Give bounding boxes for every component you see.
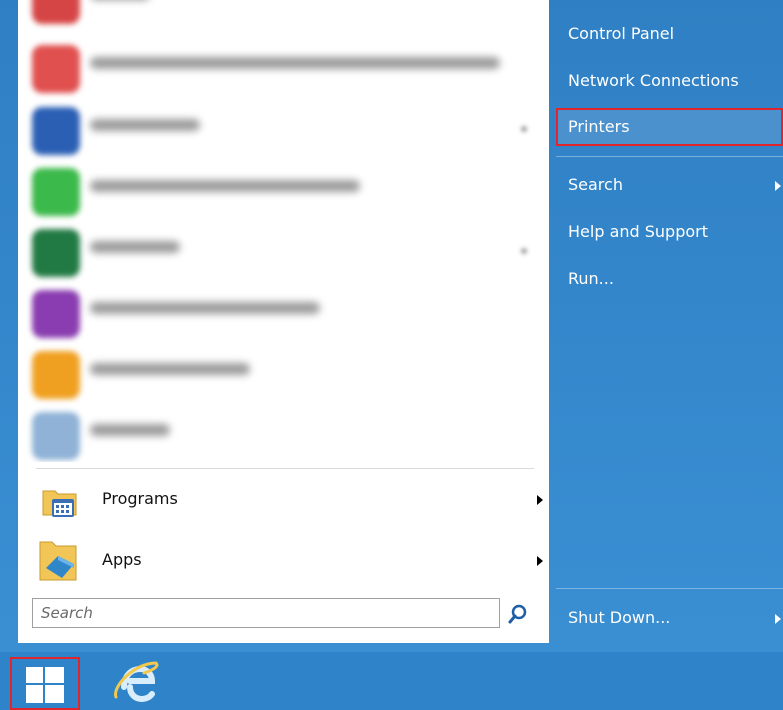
search-item[interactable]: Search [556,166,783,204]
app-icon [32,0,80,24]
shut-down-button[interactable]: Shut Down... [556,599,783,637]
chevron-right-icon [537,495,543,505]
recent-app-item[interactable] [18,345,549,405]
help-and-support-label: Help and Support [568,222,708,241]
apps-label: Apps [102,550,142,569]
right-separator [556,588,783,589]
chevron-right-icon [775,181,781,191]
start-button[interactable] [10,657,80,710]
recent-app-item[interactable] [18,162,549,222]
chevron-right-icon [775,614,781,624]
taskbar [0,652,783,710]
blurred-app-name [90,241,180,253]
help-and-support-item[interactable]: Help and Support [556,213,783,251]
internet-explorer-icon[interactable] [110,657,162,707]
apps-folder-icon [39,541,77,581]
run-label: Run... [568,269,614,288]
blurred-app-name [90,424,170,436]
search-icon [508,604,527,624]
windows-logo-icon [26,667,64,703]
blurred-app-name [90,363,250,375]
control-panel-item[interactable]: Control Panel [556,15,783,53]
recent-app-item[interactable] [18,0,549,30]
recent-app-item[interactable] [18,284,549,344]
blurred-app-name [90,119,200,131]
start-menu-right-pane: Control Panel Network Connections Printe… [556,0,783,643]
printers-item[interactable]: Printers [556,108,783,146]
recent-app-item[interactable] [18,223,549,283]
search-label: Search [568,175,623,194]
search-box[interactable] [32,598,500,628]
app-icon [32,168,80,216]
chevron-right-icon [537,556,543,566]
network-connections-item[interactable]: Network Connections [556,62,783,100]
recent-app-item[interactable] [18,101,549,161]
chevron-right-icon [521,126,527,132]
programs-folder-icon [42,490,77,517]
start-menu: Programs Apps Control Panel Network Conn… [0,0,783,652]
programs-menu-item[interactable]: Programs [32,473,543,527]
search-input[interactable] [33,599,499,627]
apps-menu-item[interactable]: Apps [32,534,543,588]
control-panel-label: Control Panel [568,24,675,43]
blurred-app-name [90,302,320,314]
search-button[interactable] [507,603,529,625]
recent-apps-list [18,0,549,462]
network-connections-label: Network Connections [568,71,739,90]
chevron-right-icon [521,248,527,254]
app-icon [32,229,80,277]
app-icon [32,351,80,399]
blurred-app-name [90,57,500,69]
menu-separator [36,468,534,469]
run-item[interactable]: Run... [556,260,783,298]
app-icon [32,107,80,155]
printers-label: Printers [568,117,630,136]
app-icon [32,412,80,460]
app-icon [32,45,80,93]
programs-label: Programs [102,489,178,508]
app-icon [32,290,80,338]
blurred-app-name [90,180,360,192]
right-separator [556,156,783,157]
recent-app-item[interactable] [18,406,549,462]
recent-app-item[interactable] [18,39,549,99]
start-menu-left-pane: Programs Apps [18,0,549,643]
shut-down-label: Shut Down... [568,608,671,627]
